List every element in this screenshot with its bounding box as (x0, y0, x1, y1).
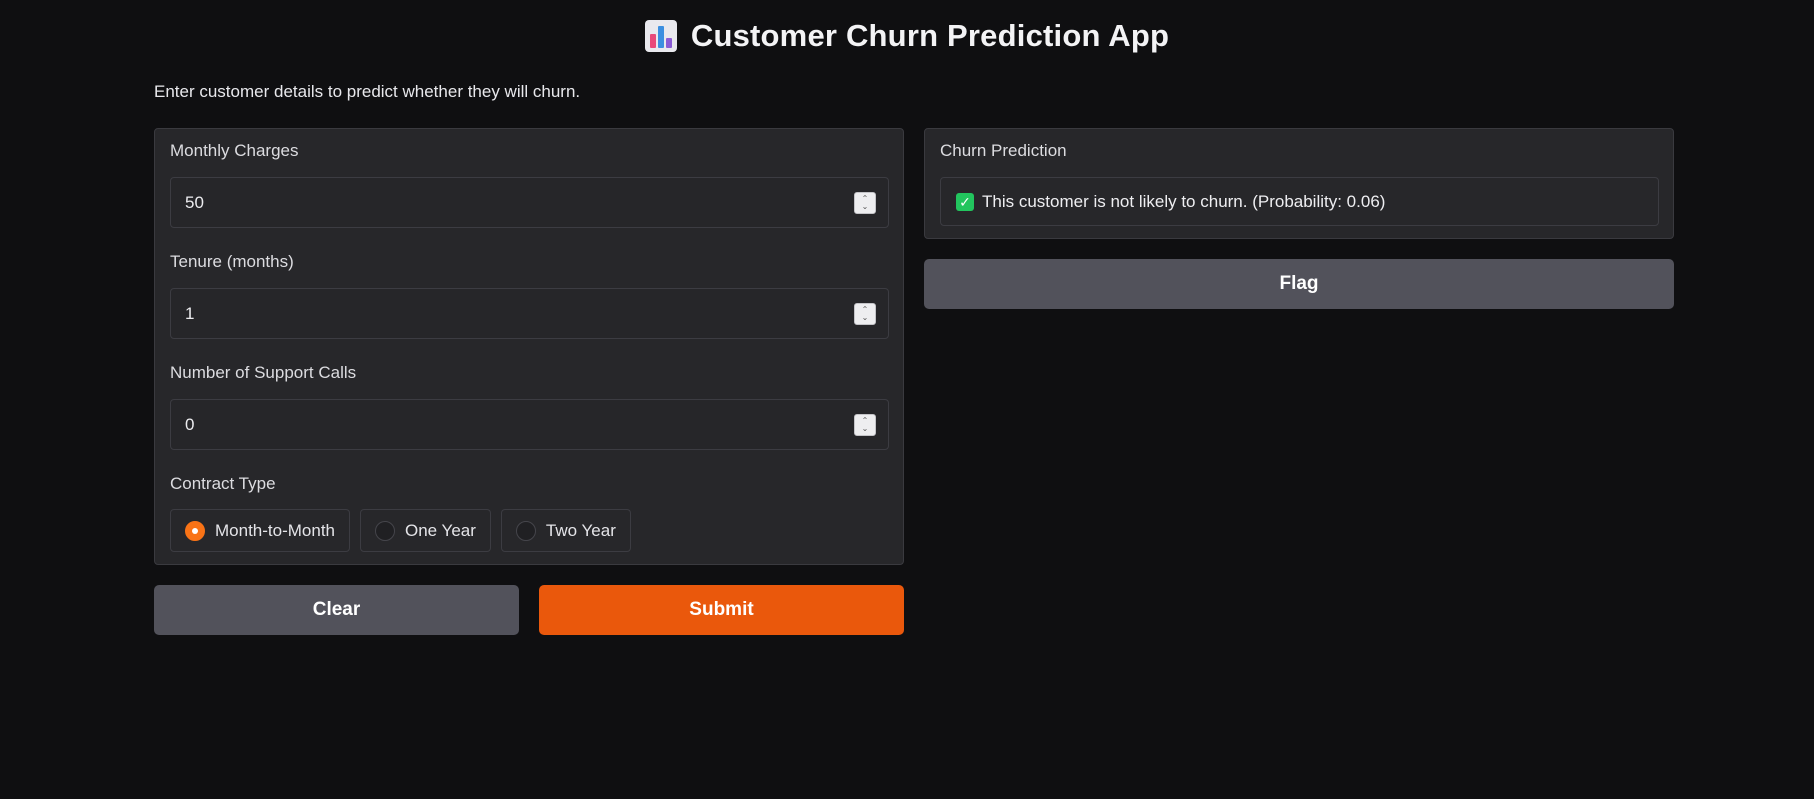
support-calls-label: Number of Support Calls (170, 363, 357, 382)
radio-unchecked-icon[interactable] (515, 520, 536, 541)
radio-label: One Year (405, 520, 476, 540)
monthly-charges-input[interactable]: 50 ⌃ ⌄ (170, 177, 889, 228)
spinner-arrows-icon[interactable]: ⌃ ⌄ (854, 302, 876, 325)
radio-month-to-month[interactable]: Month-to-Month (170, 509, 350, 552)
page-title: Customer Churn Prediction App (690, 18, 1170, 53)
support-calls-value[interactable]: 0 (171, 415, 854, 435)
bar-chart-icon (644, 20, 677, 52)
flag-button[interactable]: Flag (924, 259, 1674, 309)
monthly-charges-value[interactable]: 50 (171, 193, 854, 213)
spinner-arrows-icon[interactable]: ⌃ ⌄ (854, 191, 876, 214)
submit-button[interactable]: Submit (539, 585, 904, 635)
spinner-arrows-icon[interactable]: ⌃ ⌄ (854, 413, 876, 436)
monthly-charges-label: Monthly Charges (170, 141, 299, 160)
radio-two-year[interactable]: Two Year (500, 509, 631, 552)
tenure-value[interactable]: 1 (171, 304, 854, 324)
contract-type-label: Contract Type (170, 474, 276, 493)
tenure-label: Tenure (months) (170, 252, 294, 271)
churn-prediction-label: Churn Prediction (940, 141, 1067, 160)
header: Customer Churn Prediction App (0, 18, 1814, 54)
radio-label: Two Year (545, 520, 616, 540)
check-mark-icon: ✓ (956, 192, 974, 211)
support-calls-input[interactable]: 0 ⌃ ⌄ (170, 399, 889, 450)
churn-prediction-output: ✓ This customer is not likely to churn. … (940, 177, 1659, 226)
radio-label: Month-to-Month (215, 520, 335, 540)
clear-button[interactable]: Clear (154, 585, 519, 635)
radio-checked-icon[interactable] (185, 520, 205, 541)
page-description: Enter customer details to predict whethe… (154, 82, 581, 101)
prediction-text: This customer is not likely to churn. (P… (982, 191, 1386, 211)
output-panel: Churn Prediction ✓ This customer is not … (924, 128, 1674, 239)
radio-unchecked-icon[interactable] (375, 520, 395, 541)
input-panel: Monthly Charges 50 ⌃ ⌄ Tenure (months) 1 … (154, 128, 904, 565)
radio-one-year[interactable]: One Year (360, 509, 491, 552)
contract-type-radio-group: Month-to-Month One Year Two Year (170, 509, 631, 552)
tenure-input[interactable]: 1 ⌃ ⌄ (170, 288, 889, 339)
app-page: Customer Churn Prediction App Enter cust… (0, 0, 1814, 799)
